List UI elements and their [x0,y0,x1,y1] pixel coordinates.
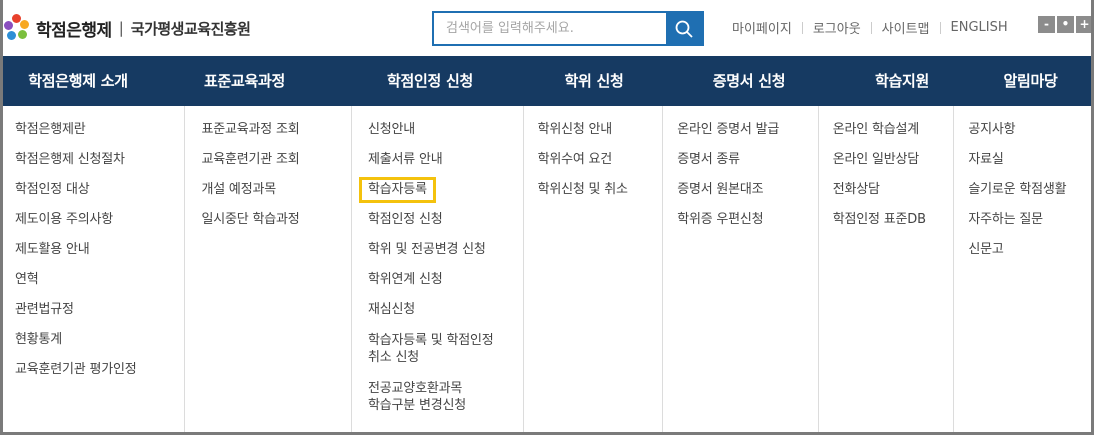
menu-link[interactable]: 온라인 증명서 발급 [677,122,818,138]
menu-link[interactable]: 전공교양호환과목 학습구분 변경신청 [368,380,523,414]
logo-flower-icon [4,14,30,42]
utility-links: 마이페이지 로그아웃 사이트맵 ENGLISH [722,18,1018,37]
english-link[interactable]: ENGLISH [941,20,1018,35]
menu-link[interactable]: 온라인 일반상담 [833,152,954,168]
menu-link[interactable]: 자주하는 질문 [968,212,1091,228]
menu-column-standard-curriculum: 표준교육과정 조회 교육훈련기관 조회 개설 예정과목 일시중단 학습과정 [185,106,353,432]
menu-link[interactable]: 학점인정 표준DB [833,212,954,228]
search-input[interactable] [434,13,666,44]
nav-item-credit-application[interactable]: 학점인정 신청 [336,56,524,106]
menu-column-learning-support: 온라인 학습설계 온라인 일반상담 전화상담 학점인정 표준DB [819,106,955,432]
menu-column-credit-application: 신청안내 제출서류 안내 학습자등록 학점인정 신청 학위 및 전공변경 신청 … [352,106,524,432]
menu-link[interactable]: 재심신청 [368,302,523,318]
menu-link[interactable]: 제출서류 안내 [368,152,523,168]
menu-link[interactable]: 관련법규정 [15,302,184,318]
top-header: 학점은행제 | 국가평생교육진흥원 마이페이지 로그아웃 사이트맵 ENGLIS… [0,0,1094,56]
nav-item-standard-curriculum[interactable]: 표준교육과정 [153,56,336,106]
menu-link[interactable]: 일시중단 학습과정 [201,212,351,228]
menu-column-notice: 공지사항 자료실 슬기로운 학점생활 자주하는 질문 신문고 [954,106,1091,432]
menu-column-certificate-application: 온라인 증명서 발급 증명서 종류 증명서 원본대조 학위증 우편신청 [663,106,819,432]
menu-link[interactable]: 학위수여 요건 [538,152,663,168]
menu-link[interactable]: 학위신청 및 취소 [538,182,663,198]
logout-link[interactable]: 로그아웃 [803,18,871,37]
menu-link[interactable]: 개설 예정과목 [201,182,351,198]
menu-link[interactable]: 학위증 우편신청 [677,212,818,228]
mega-menu: 학점은행제란 학점은행제 신청절차 학점인정 대상 제도이용 주의사항 제도활용… [3,106,1091,432]
menu-column-intro: 학점은행제란 학점은행제 신청절차 학점인정 대상 제도이용 주의사항 제도활용… [3,106,186,432]
zoom-out-button[interactable]: - [1038,16,1055,33]
menu-link[interactable]: 전화상담 [833,182,954,198]
zoom-in-button[interactable]: + [1076,16,1093,33]
menu-link[interactable]: 학위연계 신청 [368,272,523,288]
menu-link[interactable]: 학점인정 대상 [15,182,184,198]
menu-link[interactable]: 학위 및 전공변경 신청 [368,242,523,258]
menu-link[interactable]: 표준교육과정 조회 [201,122,351,138]
nav-item-intro[interactable]: 학점은행제 소개 [3,56,153,106]
title-separator: | [118,19,124,37]
menu-link[interactable]: 공지사항 [968,122,1091,138]
menu-link[interactable]: 학점은행제 신청절차 [15,152,184,168]
menu-link[interactable]: 증명서 종류 [677,152,818,168]
menu-link[interactable]: 증명서 원본대조 [677,182,818,198]
main-nav: 학점은행제 소개 표준교육과정 학점인정 신청 학위 신청 증명서 신청 학습지… [3,56,1091,106]
highlight-box[interactable]: 학습자등록 [359,177,436,203]
menu-link[interactable]: 신청안내 [368,122,523,138]
menu-link[interactable]: 교육훈련기관 평가인정 [15,362,184,378]
nav-item-learning-support[interactable]: 학습지원 [834,56,970,106]
menu-link-highlighted[interactable]: 학습자등록 [359,177,523,203]
search-icon [675,20,693,38]
menu-link[interactable]: 온라인 학습설계 [833,122,954,138]
mypage-link[interactable]: 마이페이지 [722,18,802,37]
org-name: 국가평생교육진흥원 [130,19,251,38]
menu-link[interactable]: 슬기로운 학점생활 [968,182,1091,198]
menu-link[interactable]: 제도활용 안내 [15,242,184,258]
nav-item-degree-application[interactable]: 학위 신청 [524,56,664,106]
menu-link[interactable]: 학위신청 안내 [538,122,663,138]
search-box [432,11,704,46]
menu-link[interactable]: 제도이용 주의사항 [15,212,184,228]
site-title: 학점은행제 [36,20,112,41]
menu-link[interactable]: 교육훈련기관 조회 [201,152,351,168]
menu-link[interactable]: 학습자등록 및 학점인정 취소 신청 [368,332,523,366]
menu-link[interactable]: 신문고 [968,242,1091,258]
menu-link[interactable]: 학점인정 신청 [368,212,523,228]
zoom-reset-button[interactable]: • [1057,16,1074,33]
sitemap-link[interactable]: 사이트맵 [872,18,940,37]
zoom-controls: - • + [1038,16,1093,33]
menu-column-degree-application: 학위신청 안내 학위수여 요건 학위신청 및 취소 [524,106,664,432]
nav-item-certificate-application[interactable]: 증명서 신청 [664,56,834,106]
menu-link[interactable]: 현황통계 [15,332,184,348]
menu-link[interactable]: 학점은행제란 [15,122,184,138]
site-logo[interactable]: 학점은행제 | 국가평생교육진흥원 [4,14,251,42]
menu-link[interactable]: 연혁 [15,272,184,288]
search-button[interactable] [666,13,702,44]
nav-item-notice[interactable]: 알림마당 [970,56,1091,106]
menu-link[interactable]: 자료실 [968,152,1091,168]
